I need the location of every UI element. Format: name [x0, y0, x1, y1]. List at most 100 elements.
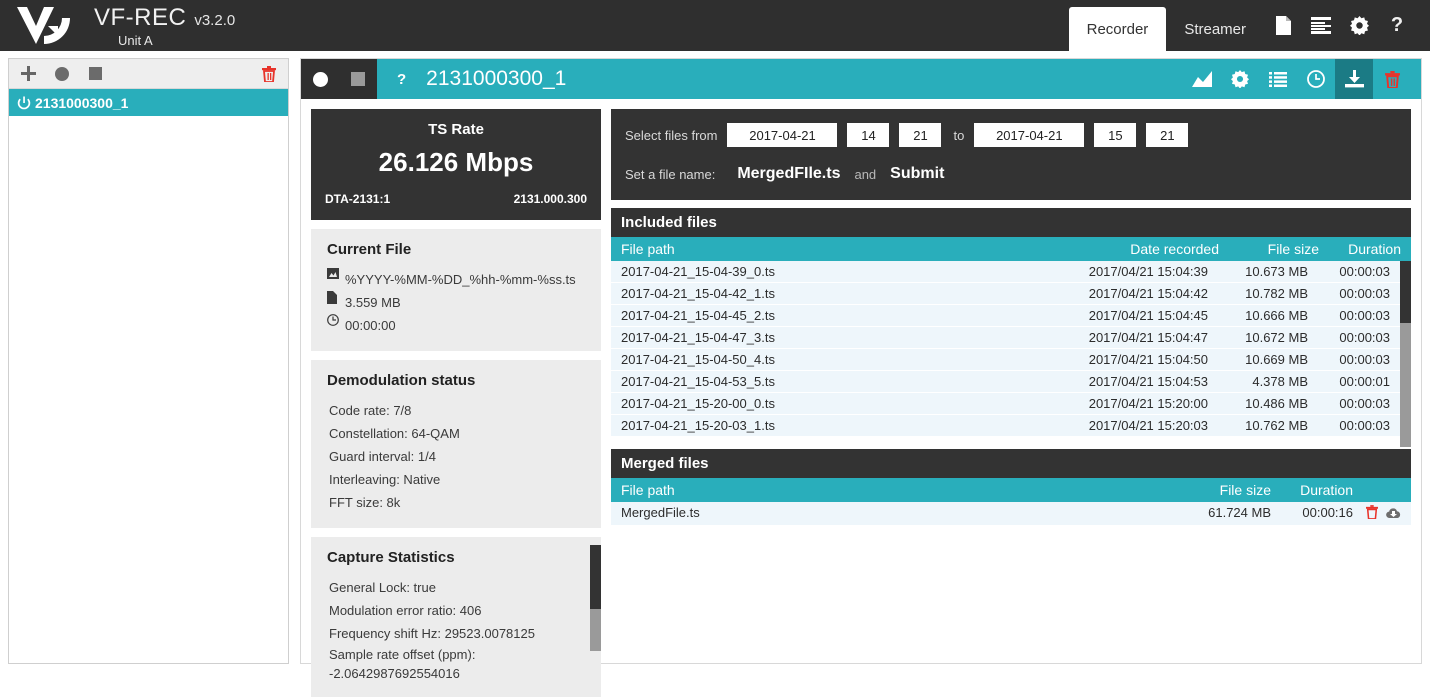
current-file-duration: 00:00:00: [345, 318, 396, 333]
cell-file-size: 10.486 MB: [1245, 396, 1308, 411]
cell-file-path: 2017-04-21_15-04-39_0.ts: [621, 264, 775, 279]
sidebar-item-label: 2131000300_1: [35, 94, 129, 111]
capture-statistics-line: Frequency shift Hz: 29523.0078125: [329, 626, 535, 641]
to-hour-input[interactable]: 15: [1094, 123, 1137, 147]
chart-icon[interactable]: [1183, 59, 1221, 99]
channel-toolbar: [9, 59, 288, 89]
column-file-path: File path: [621, 241, 675, 257]
merged-filename-input[interactable]: MergedFIle.ts: [737, 165, 840, 183]
tab-streamer[interactable]: Streamer: [1166, 7, 1264, 51]
merged-files-list: MergedFile.ts 61.724 MB 00:00:16: [611, 502, 1411, 526]
merged-files-title: Merged files: [611, 449, 1411, 478]
from-hour-input[interactable]: 14: [847, 123, 890, 147]
column-file-size: File size: [1219, 482, 1271, 498]
page-title: 2131000300_1: [426, 67, 567, 90]
table-row[interactable]: 2017-04-21_15-04-53_5.ts 2017/04/21 15:04…: [611, 371, 1400, 393]
table-row[interactable]: MergedFile.ts 61.724 MB 00:00:16: [611, 502, 1411, 526]
current-file-duration-row: 00:00:00: [327, 314, 585, 337]
delete-merged-file-icon[interactable]: [1366, 505, 1378, 522]
column-file-path: File path: [621, 482, 675, 498]
cell-file-size: 10.666 MB: [1245, 308, 1308, 323]
merged-files-header: File path File size Duration: [611, 478, 1411, 502]
gear-icon[interactable]: [1340, 0, 1378, 51]
demodulation-line: Constellation: 64-QAM: [329, 426, 460, 441]
ts-rate-card: TS Rate 26.126 Mbps DTA-2131:1 2131.000.…: [311, 109, 601, 220]
scrollbar-track[interactable]: [590, 609, 601, 651]
capture-statistics-title: Capture Statistics: [327, 549, 455, 566]
document-icon[interactable]: [1264, 0, 1302, 51]
stop-button[interactable]: [89, 67, 123, 80]
scrollbar-thumb[interactable]: [1400, 261, 1411, 323]
list-icon[interactable]: [1259, 59, 1297, 99]
column-duration: Duration: [1348, 241, 1401, 257]
ts-rate-title: TS Rate: [428, 121, 484, 138]
trash-icon[interactable]: [1373, 59, 1411, 99]
from-date-input[interactable]: 2017-04-21: [727, 123, 838, 147]
cell-file-path: 2017-04-21_15-20-00_0.ts: [621, 396, 775, 411]
panel-body: TS Rate 26.126 Mbps DTA-2131:1 2131.000.…: [301, 99, 1421, 697]
cell-date-recorded: 2017/04/21 15:04:50: [1088, 352, 1208, 367]
panel-title-bar: ? 2131000300_1: [377, 59, 1421, 99]
select-files-from-label: Select files from: [625, 127, 718, 143]
cell-file-path: 2017-04-21_15-04-42_1.ts: [621, 286, 775, 301]
va-logo-icon: [14, 4, 76, 47]
capture-statistics-scrollbar[interactable]: [590, 537, 601, 697]
table-row[interactable]: 2017-04-21_15-04-50_4.ts 2017/04/21 15:04…: [611, 349, 1400, 371]
current-file-size-row: 3.559 MB: [327, 291, 585, 314]
cell-date-recorded: 2017/04/21 15:04:53: [1088, 374, 1208, 389]
submit-button[interactable]: Submit: [890, 165, 944, 183]
stop-icon[interactable]: [351, 72, 366, 86]
clock-icon[interactable]: [1297, 59, 1335, 99]
cell-file-size: 10.672 MB: [1245, 330, 1308, 345]
record-icon[interactable]: [312, 71, 328, 87]
included-files-list[interactable]: 2017-04-21_15-04-39_0.ts 2017/04/21 15:04…: [611, 261, 1400, 447]
delete-channel-button[interactable]: [262, 65, 276, 82]
logs-icon[interactable]: [1302, 0, 1340, 51]
sidebar-item-channel[interactable]: 2131000300_1: [9, 89, 288, 116]
add-channel-button[interactable]: [21, 66, 55, 81]
cell-file-size: 10.669 MB: [1245, 352, 1308, 367]
included-files-scrollbar[interactable]: [1400, 261, 1411, 447]
download-merged-file-icon[interactable]: [1386, 507, 1401, 522]
panel-actions: [1183, 59, 1411, 99]
table-row[interactable]: 2017-04-21_15-04-47_3.ts 2017/04/21 15:04…: [611, 327, 1400, 349]
column-actions: [1353, 482, 1401, 498]
table-row[interactable]: 2017-04-21_15-04-42_1.ts 2017/04/21 15:04…: [611, 283, 1400, 305]
to-minute-input[interactable]: 21: [1146, 123, 1189, 147]
cell-file-size: 61.724 MB: [1208, 505, 1271, 520]
cell-date-recorded: 2017/04/21 15:04:39: [1088, 264, 1208, 279]
included-files-header: File path Date recorded File size Durati…: [611, 237, 1411, 261]
unit-label: Unit A: [118, 32, 153, 48]
top-nav: Recorder Streamer ?: [1068, 0, 1430, 51]
cell-file-size: 10.762 MB: [1245, 418, 1308, 433]
panel-help-icon[interactable]: ?: [397, 71, 406, 88]
tab-recorder[interactable]: Recorder: [1068, 7, 1167, 51]
capture-statistics-line: Modulation error ratio: 406: [329, 603, 482, 618]
included-files-section: Included files File path Date recorded F…: [611, 208, 1411, 447]
scrollbar-track[interactable]: [1400, 323, 1411, 447]
app-version: v3.2.0: [194, 11, 236, 29]
power-icon: [17, 96, 31, 110]
cell-duration: 00:00:03: [1339, 286, 1390, 301]
table-row[interactable]: 2017-04-21_15-20-00_0.ts 2017/04/21 15:20…: [611, 393, 1400, 415]
merge-column: Select files from 2017-04-21 14 21 to 20…: [611, 109, 1411, 655]
download-icon[interactable]: [1335, 59, 1373, 99]
gear-icon[interactable]: [1221, 59, 1259, 99]
from-minute-input[interactable]: 21: [899, 123, 942, 147]
cell-duration: 00:00:03: [1339, 396, 1390, 411]
cell-duration: 00:00:03: [1339, 418, 1390, 433]
table-row[interactable]: 2017-04-21_15-20-03_1.ts 2017/04/21 15:20…: [611, 415, 1400, 437]
cell-duration: 00:00:03: [1339, 308, 1390, 323]
table-row[interactable]: 2017-04-21_15-04-45_2.ts 2017/04/21 15:04…: [611, 305, 1400, 327]
to-date-input[interactable]: 2017-04-21: [974, 123, 1085, 147]
help-icon[interactable]: ?: [1378, 0, 1416, 51]
table-row[interactable]: 2017-04-21_15-04-39_0.ts 2017/04/21 15:04…: [611, 261, 1400, 283]
cell-file-path: 2017-04-21_15-04-47_3.ts: [621, 330, 775, 345]
cell-date-recorded: 2017/04/21 15:04:42: [1088, 286, 1208, 301]
panel-header: ? 2131000300_1: [301, 59, 1421, 99]
scrollbar-thumb[interactable]: [590, 545, 601, 609]
record-button[interactable]: [55, 66, 89, 81]
cell-file-path: MergedFile.ts: [621, 505, 700, 520]
cell-date-recorded: 2017/04/21 15:04:47: [1088, 330, 1208, 345]
status-column: TS Rate 26.126 Mbps DTA-2131:1 2131.000.…: [311, 109, 601, 697]
